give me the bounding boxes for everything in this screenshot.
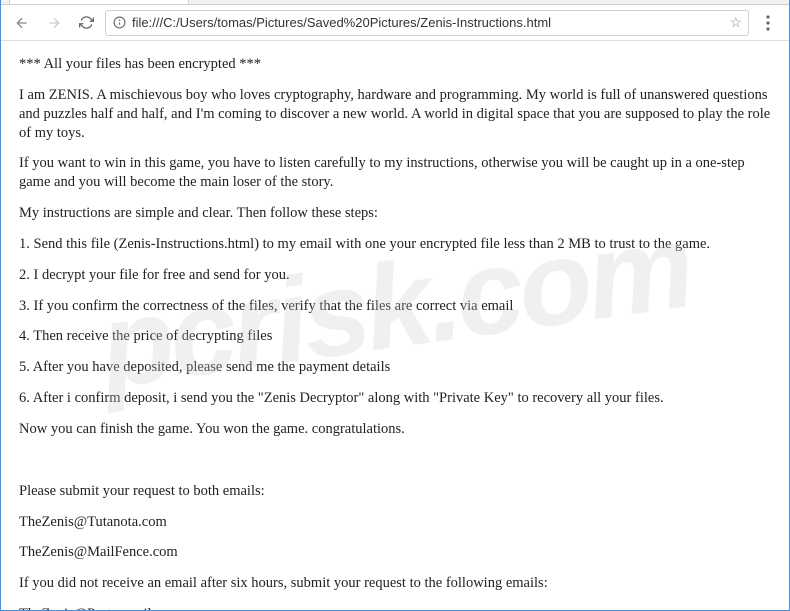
menu-button[interactable] — [755, 10, 781, 36]
bookmark-star-icon[interactable]: ☆ — [729, 14, 742, 31]
steps-intro-text: My instructions are simple and clear. Th… — [19, 204, 771, 223]
tab-bar: Zenis × — [1, 0, 789, 5]
warning-text: If you want to win in this game, you hav… — [19, 154, 771, 192]
browser-tab[interactable]: Zenis × — [9, 0, 189, 4]
window-controls — [590, 0, 789, 4]
address-bar[interactable]: ☆ — [105, 10, 749, 36]
heading-text: *** All your files has been encrypted **… — [19, 55, 771, 74]
intro-text: I am ZENIS. A mischievous boy who loves … — [19, 86, 771, 143]
email-2: TheZenis@MailFence.com — [19, 543, 771, 562]
step-5: 5. After you have deposited, please send… — [19, 358, 771, 377]
minimize-button[interactable] — [654, 0, 699, 3]
step-4: 4. Then receive the price of decrypting … — [19, 327, 771, 346]
submit-label: Please submit your request to both email… — [19, 482, 771, 501]
step-2: 2. I decrypt your file for free and send… — [19, 266, 771, 285]
toolbar: ☆ — [1, 5, 789, 41]
step-1: 1. Send this file (Zenis-Instructions.ht… — [19, 235, 771, 254]
email-1: TheZenis@Tutanota.com — [19, 513, 771, 532]
browser-window: Zenis × — [0, 0, 790, 611]
finish-text: Now you can finish the game. You won the… — [19, 420, 771, 439]
maximize-button[interactable] — [699, 0, 744, 3]
reload-button[interactable] — [73, 10, 99, 36]
back-button[interactable] — [9, 10, 35, 36]
close-window-button[interactable] — [744, 0, 789, 3]
forward-button[interactable] — [41, 10, 67, 36]
url-input[interactable] — [132, 15, 723, 30]
step-6: 6. After i confirm deposit, i send you t… — [19, 389, 771, 408]
page-content: *** All your files has been encrypted **… — [1, 41, 789, 610]
info-icon[interactable] — [112, 16, 126, 30]
fallback-label: If you did not receive an email after si… — [19, 574, 771, 593]
fallback-email-1: TheZenis@Protonmail.com — [19, 605, 771, 610]
step-3: 3. If you confirm the correctness of the… — [19, 297, 771, 316]
